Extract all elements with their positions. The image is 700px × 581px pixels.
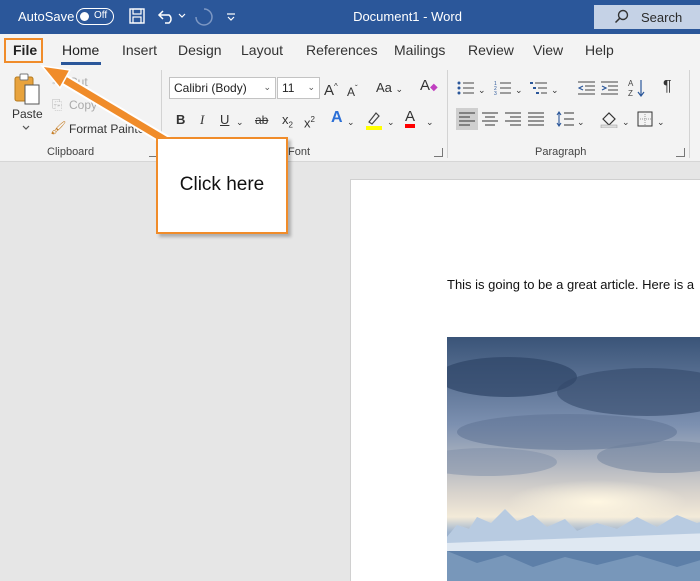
callout-box: Click here [156, 137, 288, 234]
callout-text: Click here [179, 174, 265, 195]
arrow-to-file-icon [40, 64, 178, 150]
